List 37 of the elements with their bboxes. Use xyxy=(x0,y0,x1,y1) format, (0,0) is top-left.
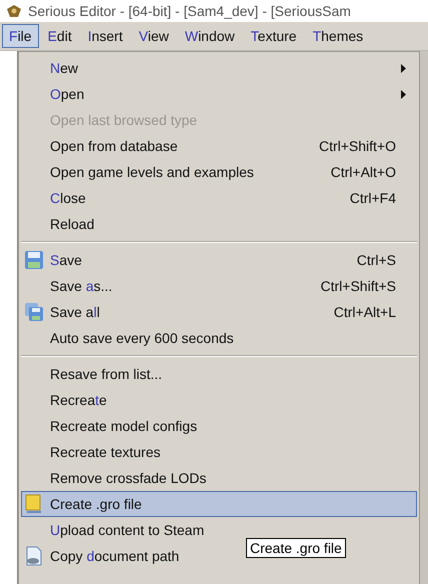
menu-title[interactable]: File xyxy=(2,24,39,48)
menu-title[interactable]: Edit xyxy=(40,24,79,48)
menu-item[interactable]: Recreate xyxy=(48,392,107,408)
document-icon xyxy=(24,546,44,566)
menu-item[interactable]: Auto save every 600 seconds xyxy=(48,330,234,346)
menu-item[interactable]: Recreate textures xyxy=(48,444,160,460)
menu-item[interactable]: Open game levels and examples xyxy=(48,164,254,180)
window-title: Serious Editor - [64-bit] - [Sam4_dev] - [SeriousSam xyxy=(28,3,351,19)
menu-item[interactable]: Copy document path xyxy=(48,548,180,564)
tooltip: Create .gro file xyxy=(246,538,346,558)
menu-item[interactable]: Reload xyxy=(48,216,94,232)
menu-item[interactable]: Remove crossfade LODs xyxy=(48,470,206,486)
menu-item[interactable]: Open from database xyxy=(48,138,178,154)
menu-title[interactable]: Themes xyxy=(306,24,370,48)
app-logo-icon xyxy=(6,4,22,18)
shortcut-label: Ctrl+F4 xyxy=(350,190,397,206)
menu-item[interactable]: New xyxy=(48,60,78,76)
shortcut-label: Ctrl+Alt+L xyxy=(334,304,397,320)
file-icon xyxy=(24,494,44,514)
menu-item[interactable]: Open xyxy=(48,86,84,102)
shortcut-label: Ctrl+Alt+O xyxy=(330,164,397,180)
shortcut-label: Ctrl+S xyxy=(356,252,397,268)
menu-item[interactable]: Save all xyxy=(48,304,100,320)
menu-title[interactable]: Texture xyxy=(244,24,304,48)
menu-item[interactable]: Recreate model configs xyxy=(48,418,198,434)
menu-title[interactable]: View xyxy=(132,24,176,48)
floppy-disks-icon xyxy=(24,302,44,322)
menu-title[interactable]: Window xyxy=(178,24,242,48)
menu-item[interactable]: Upload content to Steam xyxy=(48,522,204,538)
menu-item[interactable]: Resave from list... xyxy=(48,366,162,382)
shortcut-label: Ctrl+Shift+S xyxy=(320,278,397,294)
menu-item[interactable]: Save xyxy=(48,252,82,268)
shortcut-label: Ctrl+Shift+O xyxy=(318,138,397,154)
menu-title[interactable]: Insert xyxy=(80,24,130,48)
menu-item[interactable]: Create .gro file xyxy=(48,496,142,512)
menu-item[interactable]: Close xyxy=(48,190,86,206)
menu-item[interactable]: Save as... xyxy=(48,278,112,294)
